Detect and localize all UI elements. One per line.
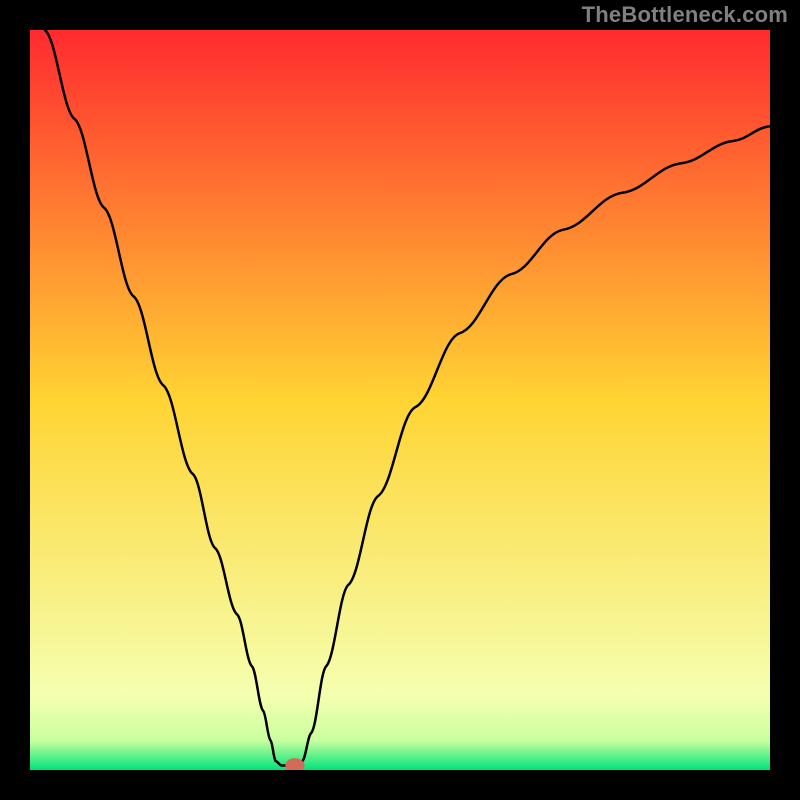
chart-frame: TheBottleneck.com	[0, 0, 800, 800]
plot-area	[30, 30, 770, 770]
chart-background	[30, 30, 770, 770]
chart-svg	[30, 30, 770, 770]
attribution-label: TheBottleneck.com	[582, 2, 788, 28]
